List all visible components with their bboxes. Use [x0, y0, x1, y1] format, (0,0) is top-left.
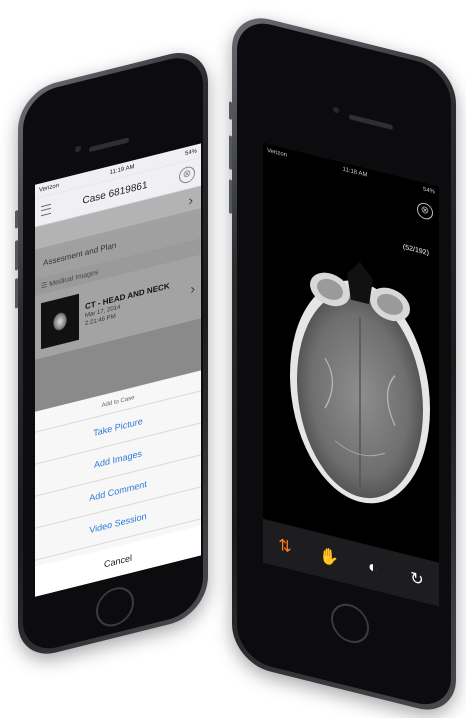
chevron-right-icon: ›: [188, 191, 193, 209]
image-viewer-screen: Verizon 11:18 AM 54% ⊗ (52/192) ⇅ ✋ ◐ ↻: [263, 142, 439, 607]
menu-icon[interactable]: [41, 203, 51, 217]
volume-up-button: [15, 240, 18, 271]
earpiece-speaker: [89, 137, 129, 153]
battery-label: 54%: [184, 148, 197, 158]
viewer-toolbar: ⇅ ✋ ◐ ↻: [263, 518, 439, 607]
pan-hand-icon[interactable]: ✋: [315, 540, 343, 575]
slice-counter: (52/192): [402, 243, 429, 258]
ct-thumbnail: [41, 293, 79, 350]
ct-scan-graphic: [290, 261, 430, 504]
volume-up-button: [229, 135, 232, 170]
earpiece-speaker: [349, 114, 393, 131]
home-button[interactable]: [96, 583, 134, 631]
volume-down-button: [229, 179, 232, 214]
list-icon: ☰: [41, 281, 48, 291]
reset-rotate-icon[interactable]: ↻: [403, 562, 431, 597]
carrier-label: Verizon: [267, 147, 288, 159]
front-camera: [75, 145, 81, 153]
carrier-label: Verizon: [39, 182, 60, 194]
contrast-icon[interactable]: ◐: [359, 551, 387, 586]
status-time: 11:18 AM: [342, 166, 368, 179]
mute-switch: [229, 101, 232, 120]
battery-label: 54%: [422, 186, 435, 196]
status-bar: Verizon 11:18 AM 54%: [263, 142, 439, 201]
close-icon[interactable]: ⊗: [417, 201, 433, 222]
front-camera: [333, 106, 339, 114]
close-icon[interactable]: ⊗: [179, 164, 195, 185]
left-phone: Verizon 11:19 AM 54% Case 6819861 ⊗ › As…: [15, 44, 208, 662]
case-screen: Verizon 11:19 AM 54% Case 6819861 ⊗ › As…: [35, 143, 201, 597]
scroll-slices-icon[interactable]: ⇅: [271, 529, 299, 564]
phone-bezel: Verizon 11:19 AM 54% Case 6819861 ⊗ › As…: [23, 50, 203, 656]
chevron-right-icon: ›: [190, 279, 195, 298]
home-button[interactable]: [331, 599, 369, 648]
phone-bezel: Verizon 11:18 AM 54% ⊗ (52/192) ⇅ ✋ ◐ ↻: [237, 16, 451, 712]
ct-scan-image[interactable]: [285, 238, 435, 525]
volume-down-button: [15, 278, 18, 309]
medical-image-meta: CT - HEAD AND NECK Mar 17, 2014 2:21:46 …: [85, 277, 184, 329]
right-phone: Verizon 11:18 AM 54% ⊗ (52/192) ⇅ ✋ ◐ ↻: [229, 10, 456, 718]
mute-switch: [15, 210, 18, 229]
stage: Verizon 11:19 AM 54% Case 6819861 ⊗ › As…: [0, 0, 466, 718]
add-to-case-sheet: Add to Case Take Picture Add Images Add …: [35, 370, 201, 597]
